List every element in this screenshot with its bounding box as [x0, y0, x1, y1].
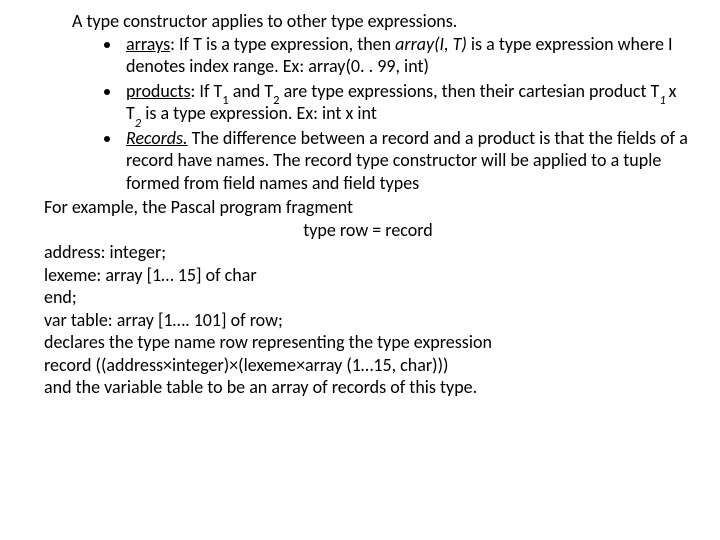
products-b: and T [229, 80, 273, 102]
bullet-arrays: arrays: If T is a type expression, then … [122, 33, 692, 78]
bullet-list: arrays: If T is a type expression, then … [44, 33, 692, 195]
products-sub2: 2 [273, 93, 279, 108]
example-line-2: type row = record [44, 219, 692, 242]
products-sub1b: 1 [659, 93, 668, 108]
arrays-func: array(I, T) [395, 33, 467, 55]
example-line-8: record ((address×integer)×(lexeme×array … [44, 354, 692, 377]
bullet-products: products: If T1 and T2 are type expressi… [122, 80, 692, 125]
bullet-records: Records. The difference between a record… [122, 127, 692, 195]
example-block: For example, the Pascal program fragment… [44, 196, 692, 399]
arrays-label: arrays [126, 33, 170, 55]
example-line-5: end; [44, 286, 692, 309]
arrays-text-a: : If T is a type expression, then [170, 33, 395, 55]
products-sub2b: 2 [135, 116, 141, 131]
example-line-1: For example, the Pascal program fragment [44, 196, 692, 219]
products-e: is a type expression. Ex: int x int [141, 102, 377, 124]
example-line-6: var table: array [1…. 101] of row; [44, 309, 692, 332]
example-line-4: lexeme: array [1… 15] of char [44, 264, 692, 287]
products-sub1: 1 [222, 93, 228, 108]
example-line-3: address: integer; [44, 241, 692, 264]
products-c: are type expressions, then their cartesi… [280, 80, 660, 102]
example-line-9: and the variable table to be an array of… [44, 376, 692, 399]
example-line-7: declares the type name row representing … [44, 331, 692, 354]
records-text: The difference between a record and a pr… [126, 127, 688, 194]
intro-line: A type constructor applies to other type… [72, 10, 692, 33]
products-label: products [126, 80, 191, 102]
products-a: : If T [191, 80, 223, 102]
